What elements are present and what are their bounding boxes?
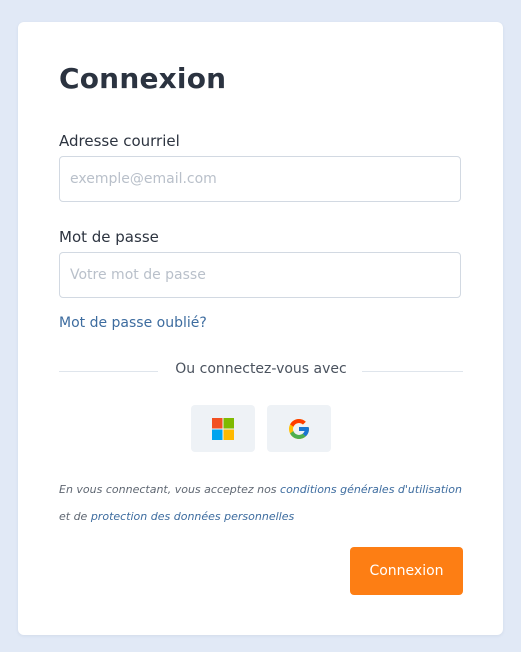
terms-text: En vous connectant, vous acceptez nos co… [59, 476, 479, 530]
microsoft-login-button[interactable] [191, 405, 255, 452]
divider-line-right [362, 371, 463, 372]
password-label: Mot de passe [59, 228, 159, 246]
google-icon [289, 418, 309, 439]
submit-button[interactable]: Connexion [350, 547, 463, 595]
microsoft-icon [212, 417, 234, 440]
email-label: Adresse courriel [59, 132, 180, 150]
terms-link[interactable]: conditions générales d'utilisation [280, 483, 462, 496]
login-card: Connexion Adresse courriel Mot de passe … [18, 22, 503, 635]
forgot-password-link[interactable]: Mot de passe oublié? [59, 315, 207, 331]
email-field[interactable] [59, 156, 461, 202]
terms-prefix: En vous connectant, vous acceptez nos [59, 483, 281, 496]
terms-middle: et de [59, 510, 91, 523]
google-login-button[interactable] [267, 405, 331, 452]
password-field[interactable] [59, 252, 461, 298]
page-title: Connexion [59, 62, 227, 95]
privacy-link[interactable]: protection des données personnelles [91, 510, 294, 523]
divider-text: Ou connectez-vous avec [175, 361, 347, 377]
